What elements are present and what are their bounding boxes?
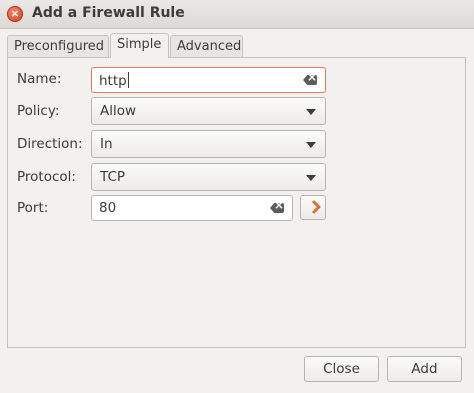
policy-label: Policy: <box>17 103 60 119</box>
chevron-right-icon <box>306 199 322 215</box>
tab-advanced[interactable]: Advanced <box>170 35 243 57</box>
direction-label: Direction: <box>17 136 83 152</box>
tab-preconfigured[interactable]: Preconfigured <box>7 35 109 57</box>
title-bar: × Add a Firewall Rule <box>0 0 474 29</box>
policy-dropdown[interactable]: Allow <box>91 97 326 125</box>
name-label: Name: <box>17 71 62 87</box>
protocol-dropdown[interactable]: TCP <box>91 163 326 191</box>
chevron-down-icon <box>306 175 316 181</box>
direction-value: In <box>100 136 113 152</box>
window-close-button[interactable]: × <box>7 6 23 22</box>
direction-dropdown[interactable]: In <box>91 130 326 158</box>
chevron-down-icon <box>306 142 316 148</box>
add-button[interactable]: Add <box>387 356 462 382</box>
protocol-value: TCP <box>100 169 126 185</box>
protocol-label: Protocol: <box>17 169 76 185</box>
close-button[interactable]: Close <box>304 356 379 382</box>
port-field[interactable]: 80 <box>91 195 293 221</box>
clear-icon[interactable] <box>303 75 317 85</box>
name-value: http <box>99 72 129 89</box>
port-value: 80 <box>99 200 117 216</box>
clear-icon[interactable] <box>270 203 284 213</box>
text-cursor <box>127 72 129 88</box>
port-label: Port: <box>17 200 49 216</box>
name-field[interactable]: http <box>91 67 326 93</box>
policy-value: Allow <box>100 103 137 119</box>
tab-simple[interactable]: Simple <box>110 33 169 58</box>
port-options-button[interactable] <box>300 195 326 220</box>
chevron-down-icon <box>306 109 316 115</box>
window-title: Add a Firewall Rule <box>32 5 185 21</box>
